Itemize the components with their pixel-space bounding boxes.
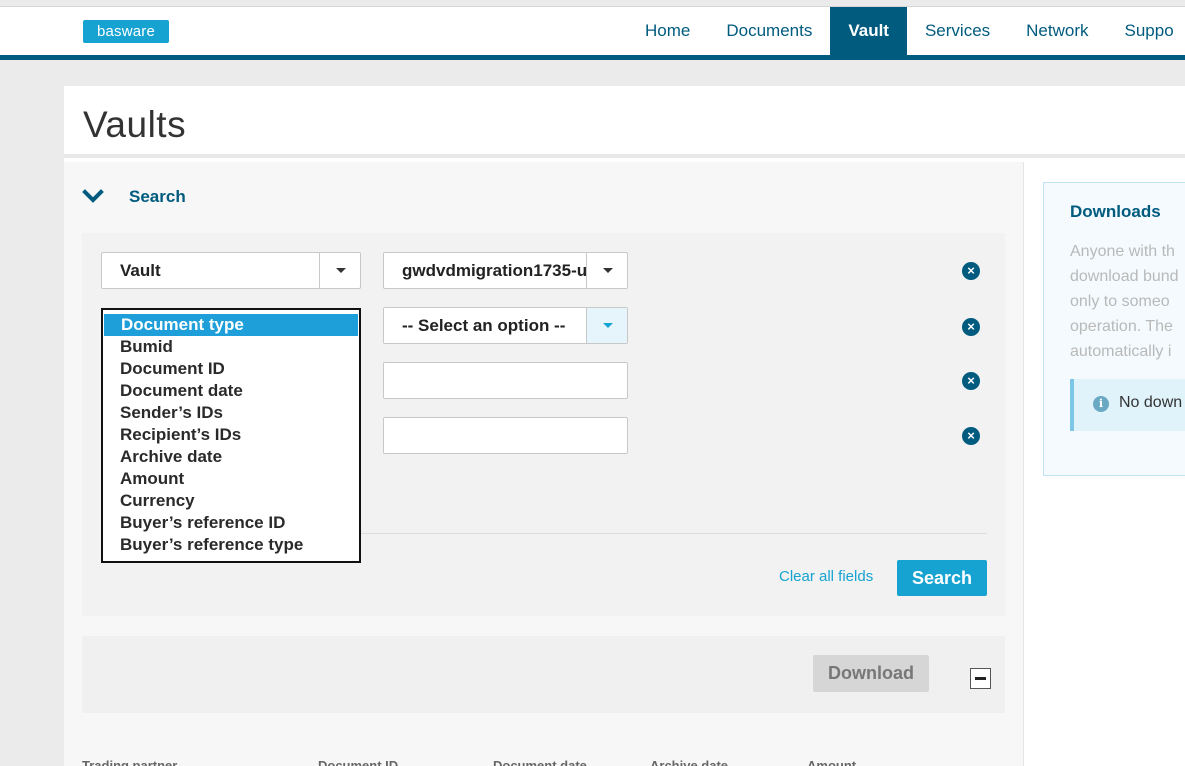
dropdown-option[interactable]: Document date [103,380,359,402]
collapse-icon[interactable] [970,668,991,689]
document-type-value-select[interactable]: -- Select an option -- [383,307,628,344]
search-section-title: Search [129,187,186,206]
search-toggle[interactable]: Search [82,186,186,208]
caret-down-icon [603,323,613,328]
field-select-value: Vault [120,261,161,280]
nav-item-support[interactable]: Suppo [1107,7,1185,56]
nav-item-documents[interactable]: Documents [708,7,830,56]
vault-value-select[interactable]: gwdvdmigration1735-ul [383,252,628,289]
chevron-down-icon [82,189,104,203]
clear-all-fields-link[interactable]: Clear all fields [779,568,873,585]
downloads-text-line: automatically i [1070,343,1172,360]
close-circle-icon[interactable]: × [962,318,980,336]
downloads-text-line: Anyone with th [1070,243,1175,260]
dropdown-option[interactable]: Buyer’s reference type [103,534,359,556]
caret-down-icon [603,268,613,273]
vaults-page: Vaults Search Vault gwdvdmigration1735-u… [64,86,1185,766]
downloads-text-line: operation. The [1070,318,1173,335]
page-header: Vaults [64,86,1185,158]
search-row: Vault gwdvdmigration1735-ul × [82,252,1005,290]
dropdown-option[interactable]: Document ID [103,358,359,380]
close-circle-icon[interactable]: × [962,262,980,280]
dropdown-toggle[interactable] [586,308,627,343]
nav-item-home[interactable]: Home [627,7,708,56]
top-navigation-bar: basware Home Documents Vault Services Ne… [0,6,1185,56]
caret-down-icon [336,268,346,273]
downloads-card: Downloads Anyone with th download bund o… [1043,182,1185,476]
field-select[interactable]: Vault [101,252,361,289]
column-header[interactable]: Document date [493,758,587,766]
nav-item-services[interactable]: Services [907,7,1008,56]
column-header[interactable]: Archive date [650,758,728,766]
search-button[interactable]: Search [897,560,987,596]
vault-value: gwdvdmigration1735-ul [402,261,587,280]
close-circle-icon[interactable]: × [962,427,980,445]
page-title: Vaults [83,104,187,145]
info-text: No down [1119,394,1183,411]
close-circle-icon[interactable]: × [962,372,980,390]
downloads-text-line: only to someo [1070,293,1170,310]
info-notice: i No down [1070,379,1185,431]
nav-item-vault[interactable]: Vault [830,7,907,56]
dropdown-option[interactable]: Document type [104,314,358,336]
dropdown-option[interactable]: Buyer’s reference ID [103,512,359,534]
column-header[interactable]: Amount [807,758,856,766]
dropdown-option[interactable]: Currency [103,490,359,512]
nav-item-network[interactable]: Network [1008,7,1106,56]
search-panel: Vault gwdvdmigration1735-ul × -- Select … [82,233,1005,616]
field-dropdown-listbox: Document type Bumid Document ID Document… [101,308,361,563]
document-type-value: -- Select an option -- [402,316,566,335]
downloads-text-line: download bund [1070,268,1179,285]
nav-underline [0,55,1185,60]
info-icon: i [1093,396,1109,412]
results-toolbar: Download [82,636,1005,713]
downloads-title: Downloads [1070,202,1161,221]
column-header[interactable]: Trading partner [82,758,177,766]
results-column-headers: Trading partner Document ID Document dat… [82,758,1005,766]
dropdown-option[interactable]: Amount [103,468,359,490]
dropdown-option[interactable]: Archive date [103,446,359,468]
downloads-description: Anyone with th download bund only to som… [1070,239,1185,364]
search-value-input[interactable] [383,362,628,399]
dropdown-toggle[interactable] [586,253,627,288]
main-nav: Home Documents Vault Services Network Su… [627,7,1185,56]
dropdown-toggle[interactable] [319,253,360,288]
column-header[interactable]: Document ID [318,758,398,766]
dropdown-option[interactable]: Sender’s IDs [103,402,359,424]
search-value-input[interactable] [383,417,628,454]
download-button[interactable]: Download [813,655,929,692]
dropdown-option[interactable]: Bumid [103,336,359,358]
dropdown-option[interactable]: Recipient’s IDs [103,424,359,446]
basware-logo[interactable]: basware [83,20,169,43]
